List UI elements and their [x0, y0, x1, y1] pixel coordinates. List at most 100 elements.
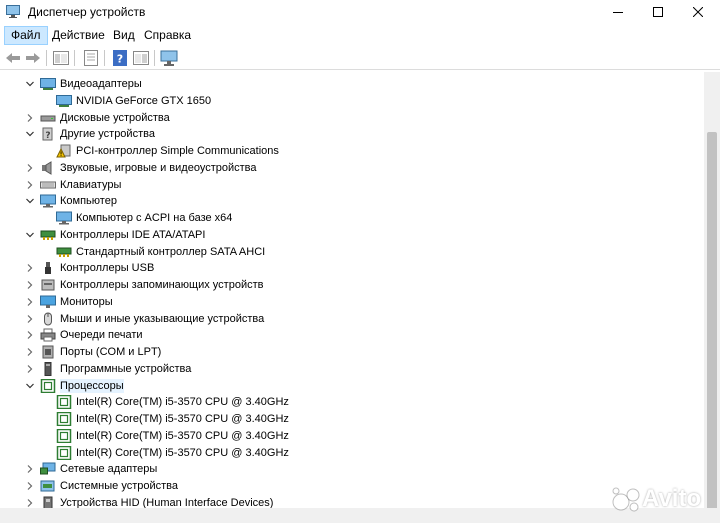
tree-category[interactable]: Компьютер [24, 193, 117, 209]
chevron-right-icon[interactable] [24, 162, 36, 174]
chevron-right-icon[interactable] [24, 296, 36, 308]
window-title: Диспетчер устройств [28, 5, 146, 19]
unknown-device-icon: ? [40, 127, 56, 141]
processor-icon [56, 412, 72, 426]
tree-item-label: Компьютер с ACPI на базе x64 [76, 212, 233, 224]
chevron-right-icon[interactable] [24, 497, 36, 508]
tree-category[interactable]: Программные устройства [24, 361, 191, 377]
tree-category[interactable]: Мыши и иные указывающие устройства [24, 311, 264, 327]
vertical-scrollbar-thumb[interactable] [707, 132, 717, 512]
processor-icon [56, 445, 72, 460]
vertical-scrollbar[interactable] [704, 72, 720, 512]
tree-category[interactable]: Контроллеры IDE ATA/ATAPI [24, 227, 205, 243]
network-adapter-icon [40, 462, 56, 476]
tree-device[interactable]: NVIDIA GeForce GTX 1650 [40, 93, 211, 109]
chevron-right-icon[interactable] [24, 346, 36, 358]
toolbar-separator [154, 50, 155, 66]
tree-category[interactable]: Мониторы [24, 294, 113, 310]
minimize-button[interactable] [596, 0, 640, 24]
device-tree[interactable]: Видеоадаптеры NVIDIA GeForce GTX 1650 Диск… [4, 72, 704, 508]
avito-watermark: Avito [612, 482, 701, 516]
chevron-right-icon[interactable] [24, 480, 36, 492]
tree-category[interactable]: Клавиатуры [24, 177, 121, 193]
tree-item-label: Системные устройства [60, 480, 179, 492]
tree-view-button[interactable] [52, 49, 70, 67]
mouse-icon [40, 312, 56, 326]
svg-text:?: ? [117, 53, 123, 66]
printer-icon [40, 328, 56, 342]
tree-device[interactable]: Стандартный контроллер SATA AHCI [40, 244, 265, 260]
help-icon[interactable]: ? [111, 49, 129, 67]
avito-logo-icon [612, 487, 640, 512]
tree-category[interactable]: Дисковые устройства [24, 110, 170, 126]
tree-device[interactable]: Intel(R) Core(TM) i5-3570 CPU @ 3.40GHz [40, 428, 289, 444]
action-pane-button[interactable] [132, 49, 150, 67]
tree-category[interactable]: Процессоры [24, 378, 124, 394]
chevron-right-icon[interactable] [24, 262, 36, 274]
chevron-down-icon[interactable] [24, 128, 36, 140]
tree-item-label: Сетевые адаптеры [60, 463, 158, 476]
chevron-down-icon[interactable] [24, 380, 36, 392]
tree-item-label: Устройства HID (Human Interface Devices) [60, 496, 274, 508]
disk-drive-icon [40, 111, 56, 125]
watermark-text: Avito [642, 485, 702, 512]
speaker-icon [40, 160, 56, 175]
chevron-down-icon[interactable] [24, 229, 36, 241]
tree-device[interactable]: Intel(R) Core(TM) i5-3570 CPU @ 3.40GHz [40, 394, 289, 410]
tree-category[interactable]: ? Другие устройства [24, 126, 155, 142]
tree-device[interactable]: Intel(R) Core(TM) i5-3570 CPU @ 3.40GHz [40, 411, 289, 427]
chevron-right-icon[interactable] [24, 179, 36, 191]
processor-icon [40, 378, 56, 393]
tree-item-label: Звуковые, игровые и видеоустройства [60, 161, 257, 174]
menu-file[interactable]: Файл [4, 26, 48, 45]
chevron-right-icon[interactable] [24, 313, 36, 325]
tree-item-label: Очереди печати [60, 329, 143, 342]
tree-category[interactable]: Устройства HID (Human Interface Devices) [24, 495, 273, 508]
processor-icon [56, 428, 72, 443]
chevron-right-icon[interactable] [24, 463, 36, 475]
chevron-right-icon[interactable] [24, 279, 36, 291]
tree-category[interactable]: Сетевые адаптеры [24, 461, 157, 477]
tree-item-label: Intel(R) Core(TM) i5-3570 CPU @ 3.40GHz [76, 413, 289, 425]
tree-item-label: Intel(R) Core(TM) i5-3570 CPU @ 3.40GHz [76, 446, 289, 459]
tree-item-label: Компьютер [60, 195, 117, 208]
monitor-icon [40, 295, 56, 309]
chevron-right-icon[interactable] [24, 363, 36, 375]
properties-button[interactable] [82, 49, 100, 67]
tree-device[interactable]: PCI-контроллер Simple Communications [40, 143, 279, 159]
tree-category[interactable]: Очереди печати [24, 327, 143, 343]
forward-button[interactable] [24, 49, 42, 67]
menu-action[interactable]: Действие [46, 26, 111, 45]
tree-category[interactable]: Контроллеры USB [24, 260, 154, 276]
tree-category[interactable]: Звуковые, игровые и видеоустройства [24, 160, 257, 176]
tree-category[interactable]: Контроллеры запоминающих устройств [24, 277, 263, 293]
computer-icon [40, 194, 56, 208]
toolbar: ? [0, 46, 720, 70]
tree-item-label: Мыши и иные указывающие устройства [60, 312, 265, 325]
maximize-button[interactable] [636, 0, 680, 24]
toolbar-separator [74, 50, 75, 66]
back-button[interactable] [4, 49, 22, 67]
chevron-down-icon[interactable] [24, 195, 36, 207]
tree-device[interactable]: Компьютер с ACPI на базе x64 [40, 210, 232, 226]
tree-category[interactable]: Видеоадаптеры [24, 76, 142, 92]
tree-item-label: PCI-контроллер Simple Communications [76, 145, 279, 157]
port-icon [40, 345, 56, 359]
warning-device-icon [56, 144, 72, 158]
menu-view[interactable]: Вид [107, 26, 141, 45]
tree-item-label: Процессоры [60, 378, 124, 393]
chevron-down-icon[interactable] [24, 78, 36, 90]
tree-item-label: Intel(R) Core(TM) i5-3570 CPU @ 3.40GHz [76, 396, 289, 409]
toolbar-separator [46, 50, 47, 66]
chevron-right-icon[interactable] [24, 112, 36, 124]
software-device-icon [40, 361, 56, 376]
menu-bar: Файл Действие Вид Справка [0, 24, 720, 46]
tree-category[interactable]: Системные устройства [24, 478, 178, 494]
scan-hardware-button[interactable] [160, 49, 178, 67]
menu-help[interactable]: Справка [138, 26, 197, 45]
close-button[interactable] [676, 0, 720, 24]
chevron-right-icon[interactable] [24, 329, 36, 341]
tree-device[interactable]: Intel(R) Core(TM) i5-3570 CPU @ 3.40GHz [40, 445, 289, 461]
storage-controller-icon [40, 278, 56, 292]
tree-category[interactable]: Порты (COM и LPT) [24, 344, 161, 360]
